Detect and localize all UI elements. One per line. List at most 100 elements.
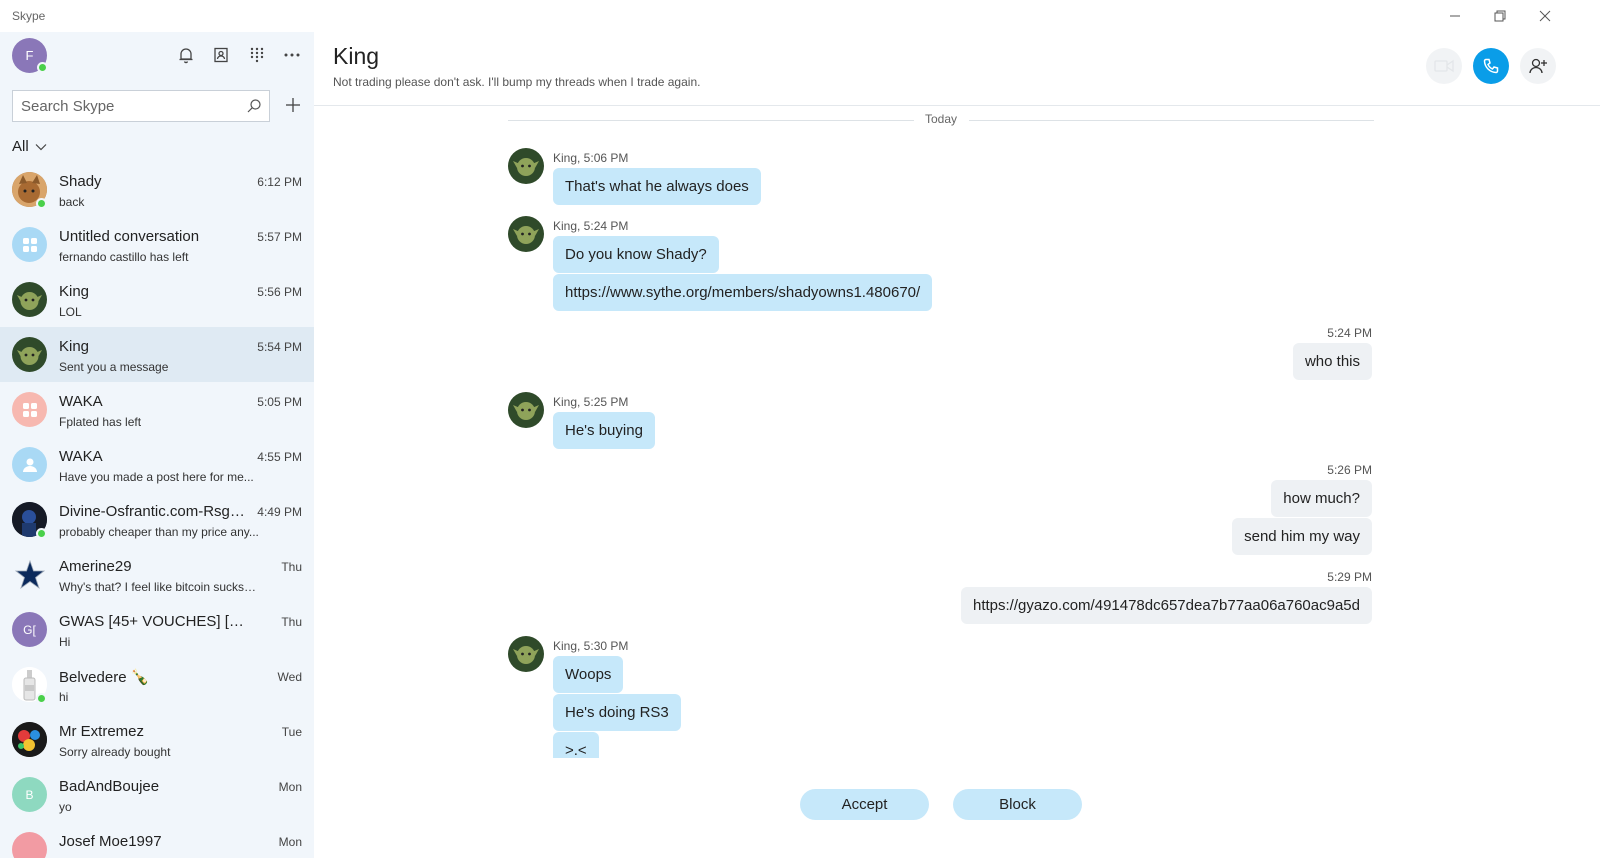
sender-avatar[interactable] [508, 392, 544, 428]
sender-avatar[interactable] [508, 216, 544, 252]
contact-item-waka[interactable]: WAKA 4:55 PM Have you made a post here f… [0, 437, 314, 492]
message-meta: 5:29 PM [1327, 570, 1372, 584]
profile-presence-dot [37, 62, 48, 73]
outgoing-link-bubble[interactable]: https://gyazo.com/491478dc657dea7b77aa06… [961, 587, 1372, 624]
presence-dot [36, 198, 47, 209]
outgoing-message-bubble[interactable]: send him my way [1232, 518, 1372, 555]
avatar-initials: G[ [23, 622, 36, 637]
message-meta: King, 5:25 PM [553, 395, 629, 409]
message-meta: 5:26 PM [1327, 463, 1372, 477]
contact-name: Untitled conversation [59, 228, 200, 245]
date-divider-label: Today [919, 112, 964, 126]
search-input[interactable] [21, 91, 241, 121]
person-icon [22, 458, 37, 472]
contact-item-divine-osfrantic[interactable]: Divine-Osfrantic.com-Rsgol... 4:49 PM pr… [0, 492, 314, 547]
contact-item-belvedere[interactable]: Belvedere 🍾 Wed hi [0, 657, 314, 712]
contact-last-message: Why's that? I feel like bitcoin sucks...… [59, 580, 259, 594]
contact-last-message: probably cheaper than my price any... [59, 525, 259, 539]
contact-last-message: Fplated has left [59, 415, 142, 429]
contact-name: BadAndBoujee [59, 778, 160, 795]
goblin-avatar-image [508, 392, 544, 428]
accept-button[interactable]: Accept [800, 789, 929, 820]
avatar [12, 392, 47, 427]
audio-call-button[interactable] [1473, 48, 1509, 84]
contact-item-badandboujee[interactable]: B BadAndBoujee Mon yo [0, 767, 314, 822]
contact-last-message: Sent you a message [59, 360, 169, 374]
incoming-message-bubble[interactable]: >.< [553, 732, 599, 758]
goblin-avatar-image [12, 282, 47, 317]
contact-item-shady[interactable]: Shady 6:12 PM back [0, 162, 314, 217]
close-button[interactable] [1522, 0, 1568, 32]
colorful-avatar-image [12, 722, 47, 757]
date-divider-line-right [969, 120, 1374, 121]
title-bar: Skype [0, 0, 1600, 32]
chevron-down-icon [35, 143, 47, 150]
incoming-link-bubble[interactable]: https://www.sythe.org/members/shadyowns1… [553, 274, 933, 311]
chat-title[interactable]: King [333, 43, 379, 70]
outgoing-message-bubble[interactable]: how much? [1271, 480, 1372, 517]
contact-last-message: back [59, 195, 85, 209]
contact-item-josef-moe1997[interactable]: Josef Moe1997 Mon [0, 822, 314, 858]
sender-avatar[interactable] [508, 636, 544, 672]
contact-name: Josef Moe1997 [59, 833, 162, 850]
avatar: B [12, 777, 47, 812]
contact-name: GWAS [45+ VOUCHES] [DONO... [59, 613, 249, 630]
add-person-icon [1529, 58, 1547, 74]
contact-time: Wed [277, 670, 302, 684]
presence-dot [36, 528, 47, 539]
avatar [12, 557, 47, 592]
incoming-message-bubble[interactable]: Woops [553, 656, 624, 693]
contact-time: 5:05 PM [257, 395, 302, 409]
contact-name: Belvedere 🍾 [59, 669, 150, 686]
contact-name: WAKA [59, 393, 103, 410]
contact-item-amerine29[interactable]: Amerine29 Thu Why's that? I feel like bi… [0, 547, 314, 602]
avatar [12, 447, 47, 482]
video-call-button[interactable] [1426, 48, 1462, 84]
chat-mood-message: Not trading please don't ask. I'll bump … [333, 75, 701, 89]
contact-item-waka-group[interactable]: WAKA 5:05 PM Fplated has left [0, 382, 314, 437]
contact-name: Amerine29 [59, 558, 132, 575]
incoming-message-bubble[interactable]: Do you know Shady? [553, 236, 719, 273]
filter-label: All [12, 138, 29, 155]
contact-name: King [59, 338, 90, 355]
contact-time: Mon [278, 835, 302, 849]
contact-item-mr-extremez[interactable]: Mr Extremez Tue Sorry already bought [0, 712, 314, 767]
restore-button[interactable] [1477, 0, 1523, 32]
block-button[interactable]: Block [953, 789, 1082, 820]
presence-dot [36, 693, 47, 704]
contact-item-king[interactable]: King 5:56 PM LOL [0, 272, 314, 327]
add-people-button[interactable] [1520, 48, 1556, 84]
contacts-button[interactable] [210, 44, 232, 66]
contact-item-king-selected[interactable]: King 5:54 PM Sent you a message [0, 327, 314, 382]
minimize-button[interactable] [1432, 0, 1478, 32]
bell-icon [179, 47, 193, 63]
contact-list: Shady 6:12 PM back Untitled conversation… [0, 162, 314, 858]
message-meta: King, 5:30 PM [553, 639, 629, 653]
new-chat-plus-icon[interactable] [283, 95, 303, 115]
app-title: Skype [12, 9, 46, 23]
contact-last-message: Hi [59, 635, 71, 649]
close-icon [1539, 10, 1551, 22]
notifications-button[interactable] [175, 44, 197, 66]
contact-time: 4:49 PM [257, 505, 302, 519]
search-icon[interactable] [247, 99, 261, 113]
contact-item-gwas[interactable]: G[ GWAS [45+ VOUCHES] [DONO... Thu Hi [0, 602, 314, 657]
incoming-message-bubble[interactable]: That's what he always does [553, 168, 761, 205]
contact-last-message: Have you made a post here for me... [59, 470, 254, 484]
contact-item-untitled-conversation[interactable]: Untitled conversation 5:57 PM fernando c… [0, 217, 314, 272]
incoming-message-bubble[interactable]: He's buying [553, 412, 655, 449]
avatar [12, 832, 47, 858]
filter-dropdown[interactable]: All [12, 138, 47, 155]
incoming-message-bubble[interactable]: He's doing RS3 [553, 694, 681, 731]
outgoing-message-bubble[interactable]: who this [1292, 343, 1372, 380]
star-avatar-image [14, 559, 45, 589]
goblin-avatar-image [12, 337, 47, 372]
avatar [12, 337, 47, 372]
search-box [12, 90, 270, 122]
more-options-button[interactable] [281, 44, 303, 66]
contact-last-message: LOL [59, 305, 82, 319]
chat-pane: King Not trading please don't ask. I'll … [314, 32, 1600, 858]
sender-avatar[interactable] [508, 148, 544, 184]
dialpad-button[interactable] [246, 44, 268, 66]
clipped-message-container: >.< [553, 732, 673, 758]
